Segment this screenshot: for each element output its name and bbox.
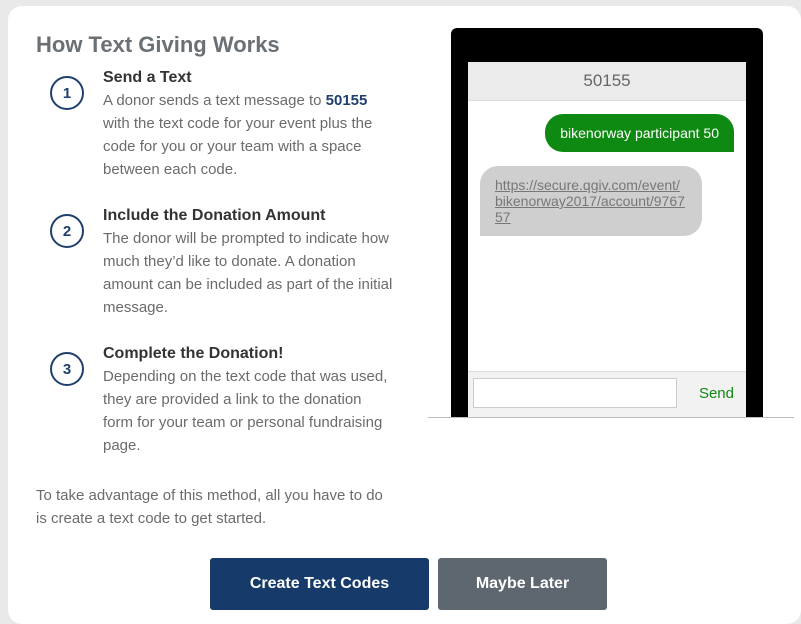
step-description: A donor sends a text message to 50155 wi… xyxy=(103,89,393,181)
create-text-codes-button[interactable]: Create Text Codes xyxy=(210,558,429,610)
step-title: Send a Text xyxy=(103,69,192,86)
phone-illustration: 50155 bikenorway participant 50 https://… xyxy=(451,28,763,418)
step-number-badge: 3 xyxy=(50,352,84,386)
conversation-header: 50155 xyxy=(468,62,746,101)
incoming-message-link[interactable]: https://secure.qgiv.com/event/bikenorway… xyxy=(480,166,702,236)
step-text: A donor sends a text message to xyxy=(103,92,326,109)
step-number-badge: 2 xyxy=(50,214,84,248)
message-input[interactable] xyxy=(473,378,677,408)
short-code: 50155 xyxy=(325,92,368,109)
text-giving-modal: How Text Giving Works 1 Send a Text A do… xyxy=(8,6,801,624)
send-button[interactable]: Send xyxy=(699,385,734,402)
phone-screen: 50155 bikenorway participant 50 https://… xyxy=(468,62,746,418)
maybe-later-button[interactable]: Maybe Later xyxy=(438,558,607,610)
divider xyxy=(428,417,794,418)
outgoing-message-bubble: bikenorway participant 50 xyxy=(545,114,734,152)
step-text: with the text code for your event plus t… xyxy=(103,115,373,178)
step-number-badge: 1 xyxy=(50,76,84,110)
step-title: Complete the Donation! xyxy=(103,345,284,362)
step-description: Depending on the text code that was used… xyxy=(103,368,388,454)
step-title: Include the Donation Amount xyxy=(103,207,326,224)
step-description: The donor will be prompted to indicate h… xyxy=(103,230,393,316)
compose-bar: Send xyxy=(468,371,746,418)
footer-note: To take advantage of this method, all yo… xyxy=(36,487,383,527)
modal-title: How Text Giving Works xyxy=(36,32,280,57)
